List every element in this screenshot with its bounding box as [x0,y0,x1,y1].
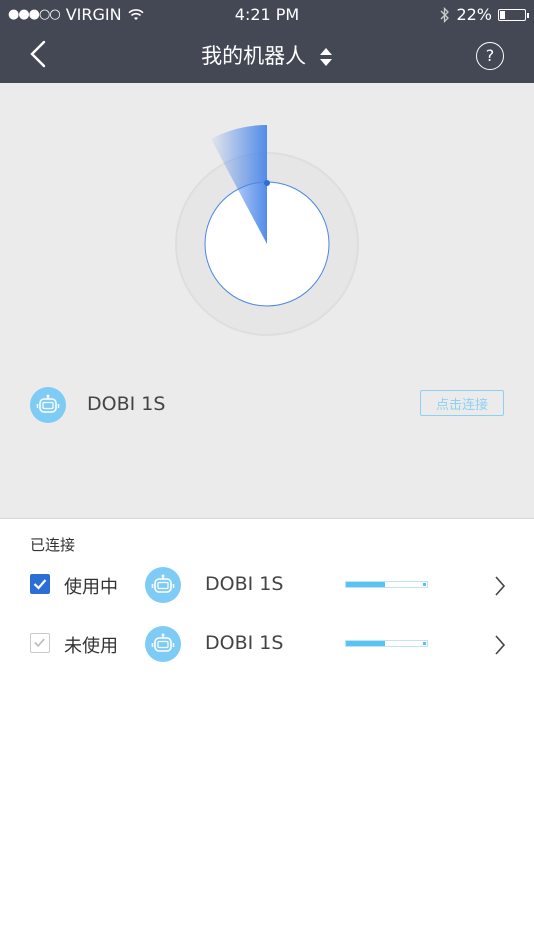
device-battery-cap [423,642,426,645]
device-name: DOBI 1S [205,573,284,595]
robot-icon [145,567,181,603]
device-battery-fill [346,582,385,587]
device-status: 使用中 [64,577,118,598]
device-row[interactable]: 使用中 DOBI 1S [0,563,534,607]
connected-section-label: 已连接 [30,536,76,554]
device-name: DOBI 1S [205,632,284,654]
robot-icon [30,387,66,423]
device-checkbox[interactable] [30,574,50,594]
scan-area: DOBI 1S 点击连接 [0,83,534,519]
radar-dot [264,180,270,186]
device-status: 未使用 [64,636,118,657]
page-title-text: 我的机器人 [201,44,307,68]
help-button[interactable]: ? [476,42,504,70]
radar-scanner [175,125,359,336]
battery-icon [498,8,529,21]
robot-icon [145,626,181,662]
device-row[interactable]: 未使用 DOBI 1S [0,622,534,666]
top-bar: ●●●○○ VIRGIN 4:21 PM 22% 我的机器人 ? [0,0,534,83]
found-device-row: DOBI 1S 点击连接 [30,387,504,423]
device-battery-bar [345,640,428,647]
bluetooth-icon [440,6,450,23]
found-device-name: DOBI 1S [87,393,166,415]
device-checkbox[interactable] [30,633,50,653]
battery-level [500,10,505,19]
sort-arrows-icon [319,48,332,66]
device-battery-bar [345,581,428,588]
chevron-right-icon[interactable] [494,634,506,656]
check-icon [34,638,45,648]
chevron-right-icon[interactable] [494,575,506,597]
check-icon [33,579,47,590]
question-icon: ? [485,46,495,65]
connect-button[interactable]: 点击连接 [420,390,504,416]
status-bar: ●●●○○ VIRGIN 4:21 PM 22% [0,0,534,30]
device-battery-fill [346,641,385,646]
battery-percent: 22% [456,5,492,24]
page-title[interactable]: 我的机器人 [0,40,534,70]
device-battery-cap [423,583,426,586]
